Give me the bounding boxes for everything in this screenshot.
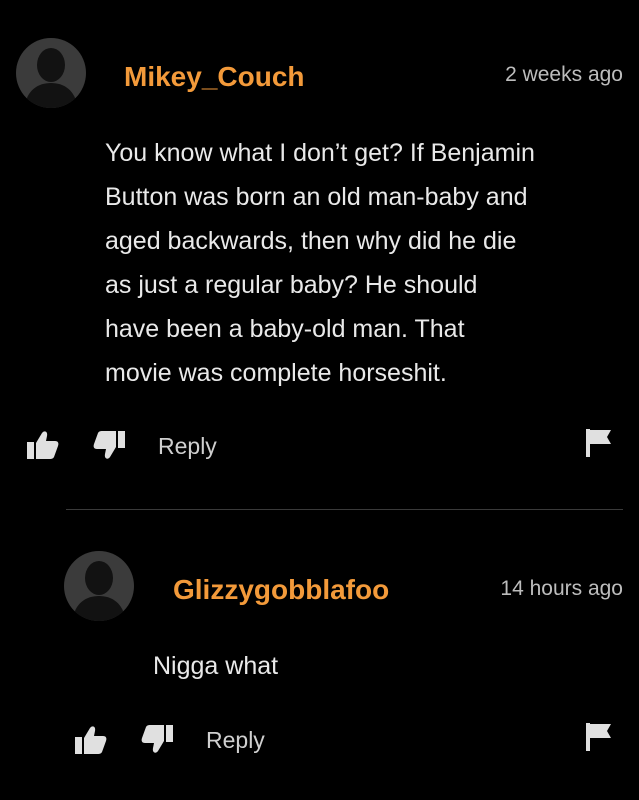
thumbs-up-icon[interactable]: [74, 725, 108, 755]
comment-line: Nigga what: [153, 652, 279, 680]
reply-button[interactable]: Reply: [158, 433, 217, 460]
comment-body: Nigga what: [153, 644, 278, 688]
comment-line: Button was born an old man-baby and: [105, 183, 528, 211]
comment-username[interactable]: Glizzygobblafoo: [173, 574, 389, 606]
thumbs-up-icon[interactable]: [26, 430, 60, 460]
comment-divider: [66, 509, 623, 510]
default-user-avatar-icon: [24, 48, 78, 108]
comment-line: aged backwards, then why did he die: [105, 227, 517, 255]
user-avatar[interactable]: [16, 38, 86, 108]
comment-line: as just a regular baby? He should: [105, 271, 478, 299]
flag-icon[interactable]: [585, 722, 613, 752]
comment-timestamp: 2 weeks ago: [505, 63, 623, 86]
comment-line: have been a baby-old man. That: [105, 315, 465, 343]
default-user-avatar-icon: [72, 561, 126, 621]
comment-line: You know what I don’t get? If Benjamin: [105, 139, 535, 167]
comment-line: movie was complete horseshit.: [105, 359, 447, 387]
comment-body: You know what I don’t get? If Benjamin B…: [105, 131, 535, 395]
reply-button[interactable]: Reply: [206, 727, 265, 754]
thumbs-down-icon[interactable]: [92, 430, 126, 460]
comment-username[interactable]: Mikey_Couch: [124, 61, 305, 93]
flag-icon[interactable]: [585, 428, 613, 458]
comment-timestamp: 14 hours ago: [500, 577, 623, 600]
thumbs-down-icon[interactable]: [140, 724, 174, 754]
user-avatar[interactable]: [64, 551, 134, 621]
